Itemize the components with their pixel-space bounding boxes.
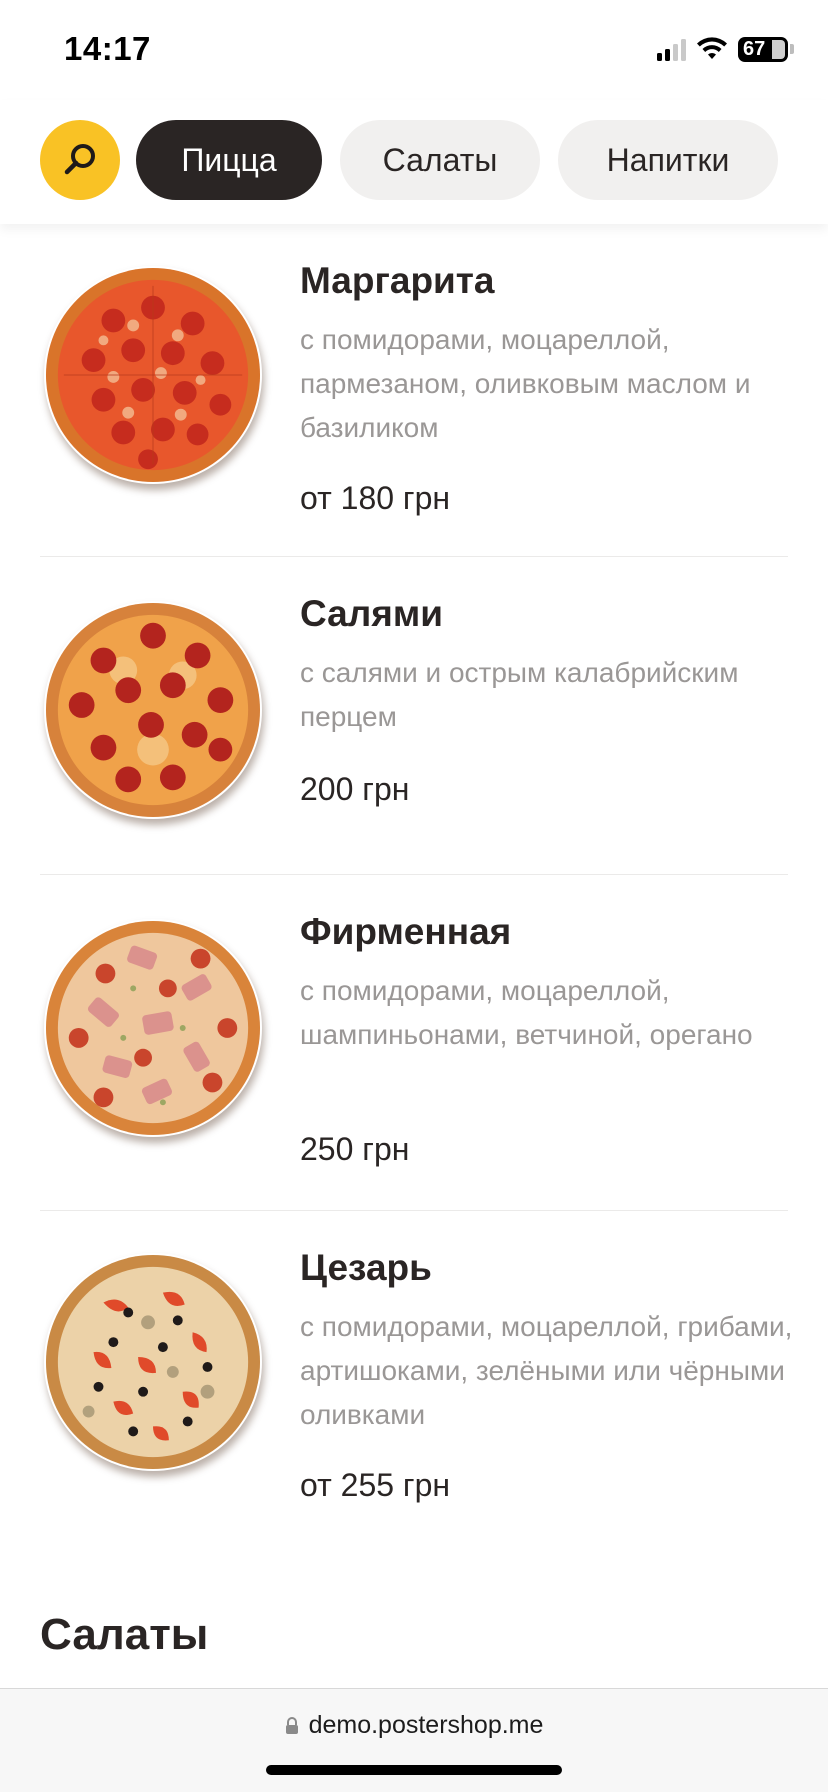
item-name: Цезарь — [300, 1247, 432, 1288]
item-description: с помидорами, моцареллой, грибами, артиш… — [300, 1311, 793, 1430]
home-indicator[interactable] — [266, 1765, 562, 1775]
status-bar: 14:17 67 — [0, 0, 828, 100]
tab-pizza[interactable]: Пицца — [136, 120, 322, 200]
lock-icon — [285, 1716, 298, 1734]
search-button[interactable] — [40, 120, 120, 200]
cellular-signal-icon — [657, 37, 686, 61]
item-price: от 180 грн — [300, 480, 451, 516]
item-price: 250 грн — [300, 1131, 410, 1167]
item-description: с помидорами, моцареллой, пармезаном, ол… — [300, 324, 751, 443]
battery-cap — [790, 44, 794, 54]
menu-item-signature[interactable]: Фирменная с помидорами, моцареллой, шамп… — [40, 875, 788, 1211]
status-time: 14:17 — [64, 30, 151, 67]
url-bar[interactable]: demo.postershop.me — [0, 1711, 828, 1740]
menu-item-margarita[interactable]: Маргарита с помидорами, моцареллой, парм… — [40, 224, 788, 557]
section-title-salads: Салаты — [40, 1610, 209, 1659]
pizza-caesar-image — [45, 1254, 261, 1470]
tab-salads[interactable]: Салаты — [340, 120, 540, 200]
item-price: от 255 грн — [300, 1467, 451, 1503]
battery-icon: 67 — [738, 36, 788, 62]
tab-drinks[interactable]: Напитки — [558, 120, 778, 200]
menu-item-salami[interactable]: Салями с салями и острым калабрийским пе… — [40, 557, 788, 875]
pizza-salami-image — [45, 602, 261, 818]
url-text: demo.postershop.me — [308, 1711, 544, 1739]
item-description: с салями и острым калабрийским перцем — [300, 657, 739, 732]
pizza-signature-image — [45, 920, 261, 1136]
search-icon — [64, 144, 95, 175]
wifi-icon — [697, 37, 727, 59]
category-bar: Пицца Салаты Напитки — [0, 100, 828, 224]
item-name: Фирменная — [300, 911, 512, 952]
browser-bar: demo.postershop.me — [0, 1688, 828, 1792]
item-description: с помидорами, моцареллой, шампиньонами, … — [300, 975, 753, 1050]
status-icons: 67 — [657, 34, 794, 64]
item-price: 200 грн — [300, 771, 410, 807]
page: 14:17 67 Пицца Салаты Напитки Маргарита … — [0, 0, 828, 1792]
pizza-margarita-image — [45, 267, 261, 483]
item-name: Салями — [300, 593, 443, 634]
menu-item-caesar[interactable]: Цезарь с помидорами, моцареллой, грибами… — [40, 1211, 792, 1551]
item-name: Маргарита — [300, 260, 495, 301]
battery-level: 67 — [743, 37, 766, 60]
